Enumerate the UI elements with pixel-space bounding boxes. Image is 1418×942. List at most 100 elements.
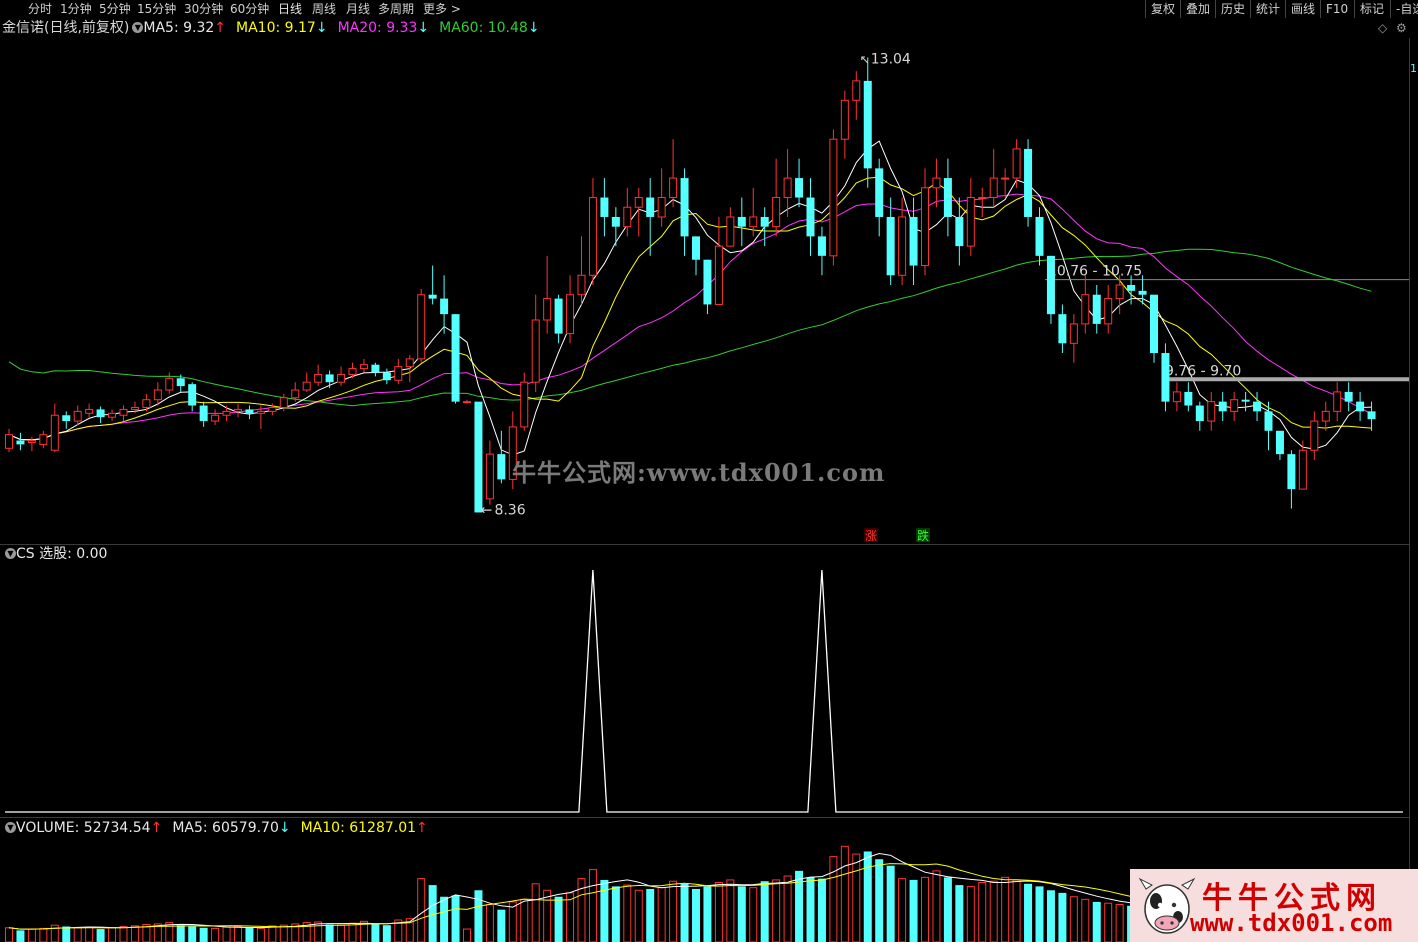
candle-down[interactable] xyxy=(440,298,449,315)
candle-up[interactable] xyxy=(588,197,597,276)
candle-up[interactable] xyxy=(989,177,998,199)
candle-down[interactable] xyxy=(1058,314,1067,344)
candle-up[interactable] xyxy=(749,216,758,228)
candle-up[interactable] xyxy=(130,406,139,410)
candle-up[interactable] xyxy=(657,197,666,218)
candle-down[interactable] xyxy=(1253,401,1262,412)
candle-up[interactable] xyxy=(1321,410,1330,422)
candle-up[interactable] xyxy=(543,298,552,321)
candle-up[interactable] xyxy=(669,177,678,199)
candle-down[interactable] xyxy=(1241,399,1250,402)
tab-period-2[interactable]: 5分钟 xyxy=(99,0,131,18)
candle-up[interactable] xyxy=(531,319,540,383)
candle-down[interactable] xyxy=(62,415,71,422)
candle-down[interactable] xyxy=(1161,353,1170,402)
tab-period-8[interactable]: 月线 xyxy=(346,0,370,18)
candle-up[interactable] xyxy=(463,401,471,404)
candle-up[interactable] xyxy=(73,410,82,422)
toolbar-button-7[interactable]: -自选 xyxy=(1390,0,1418,18)
candle-up[interactable] xyxy=(772,197,781,228)
candle-down[interactable] xyxy=(806,197,815,237)
candle-down[interactable] xyxy=(875,168,884,217)
candle-down[interactable] xyxy=(96,409,105,418)
candle-down[interactable] xyxy=(1092,294,1101,324)
toolbar-button-2[interactable]: 历史 xyxy=(1215,0,1250,18)
diamond-icon[interactable]: ◇ xyxy=(1378,21,1387,35)
candle-down[interactable] xyxy=(1356,401,1365,412)
candle-up[interactable] xyxy=(1207,401,1216,422)
candle-up[interactable] xyxy=(222,410,231,416)
candle-down[interactable] xyxy=(1344,391,1353,402)
candle-down[interactable] xyxy=(245,409,254,414)
candle-up[interactable] xyxy=(1115,284,1124,300)
tab-period-5[interactable]: 60分钟 xyxy=(230,0,269,18)
candle-up[interactable] xyxy=(256,410,265,414)
collapse-icon[interactable]: ▼ xyxy=(5,821,16,833)
candle-up[interactable] xyxy=(485,453,494,500)
candle-up[interactable] xyxy=(966,197,975,247)
candle-up[interactable] xyxy=(566,294,575,335)
candle-up[interactable] xyxy=(314,373,323,383)
candle-down[interactable] xyxy=(737,216,746,227)
candle-down[interactable] xyxy=(886,216,895,276)
pane-divider[interactable] xyxy=(0,544,1410,545)
tab-period-3[interactable]: 15分钟 xyxy=(137,0,176,18)
candle-down[interactable] xyxy=(428,294,437,299)
candle-up[interactable] xyxy=(726,216,735,247)
candle-up[interactable] xyxy=(85,408,94,414)
candle-up[interactable] xyxy=(932,177,941,189)
candle-up[interactable] xyxy=(921,187,929,267)
candle-up[interactable] xyxy=(623,206,632,228)
candle-up[interactable] xyxy=(829,138,838,257)
cs-indicator-chart[interactable] xyxy=(0,564,1410,816)
tab-period-4[interactable]: 30分钟 xyxy=(184,0,223,18)
candle-down[interactable] xyxy=(325,374,334,383)
candle-up[interactable] xyxy=(153,389,162,401)
candle-down[interactable] xyxy=(16,440,25,445)
candle-up[interactable] xyxy=(348,368,357,375)
tab-period-9[interactable]: 多周期 xyxy=(378,0,414,18)
candle-up[interactable] xyxy=(268,406,277,412)
candle-down[interactable] xyxy=(1264,411,1273,431)
tab-period-1[interactable]: 1分钟 xyxy=(60,0,92,18)
tab-period-10[interactable]: 更多 > xyxy=(423,0,461,18)
candle-down[interactable] xyxy=(1275,430,1284,455)
candle-up[interactable] xyxy=(279,397,288,408)
candle-up[interactable] xyxy=(1069,323,1078,344)
candle-up[interactable] xyxy=(1104,298,1113,325)
candle-down[interactable] xyxy=(680,178,689,237)
stock-title[interactable]: 金信诺(日线,前复权) xyxy=(2,20,129,36)
candle-down[interactable] xyxy=(188,384,197,406)
candle-down[interactable] xyxy=(1046,255,1055,315)
candle-down[interactable] xyxy=(795,178,804,198)
candle-up[interactable] xyxy=(1298,449,1307,490)
candle-up[interactable] xyxy=(27,440,36,443)
candle-up[interactable] xyxy=(714,245,723,305)
candle-down[interactable] xyxy=(1218,401,1227,412)
toolbar-button-6[interactable]: 标记 xyxy=(1354,0,1389,18)
candle-up[interactable] xyxy=(302,381,311,391)
pane-divider[interactable] xyxy=(0,817,1410,818)
tab-period-7[interactable]: 周线 xyxy=(312,0,336,18)
candle-up[interactable] xyxy=(1172,391,1181,403)
collapse-icon[interactable]: ▼ xyxy=(132,21,144,33)
candle-up[interactable] xyxy=(1333,391,1342,412)
toolbar-button-0[interactable]: 复权 xyxy=(1145,0,1180,18)
candle-up[interactable] xyxy=(50,414,59,451)
candle-down[interactable] xyxy=(1127,285,1136,291)
candle-up[interactable] xyxy=(211,414,220,422)
candle-down[interactable] xyxy=(1367,411,1376,420)
tab-period-0[interactable]: 分时 xyxy=(28,0,52,18)
candle-up[interactable] xyxy=(1012,148,1021,179)
candle-down[interactable] xyxy=(199,405,208,422)
candle-up[interactable] xyxy=(520,381,529,428)
candle-down[interactable] xyxy=(371,364,380,373)
candle-down[interactable] xyxy=(176,378,185,387)
candle-up[interactable] xyxy=(291,389,300,399)
candle-down[interactable] xyxy=(863,80,872,169)
candle-up[interactable] xyxy=(234,408,242,412)
candle-down[interactable] xyxy=(600,197,609,217)
candle-up[interactable] xyxy=(840,99,849,140)
candle-up[interactable] xyxy=(142,399,151,408)
candle-down[interactable] xyxy=(611,216,620,227)
